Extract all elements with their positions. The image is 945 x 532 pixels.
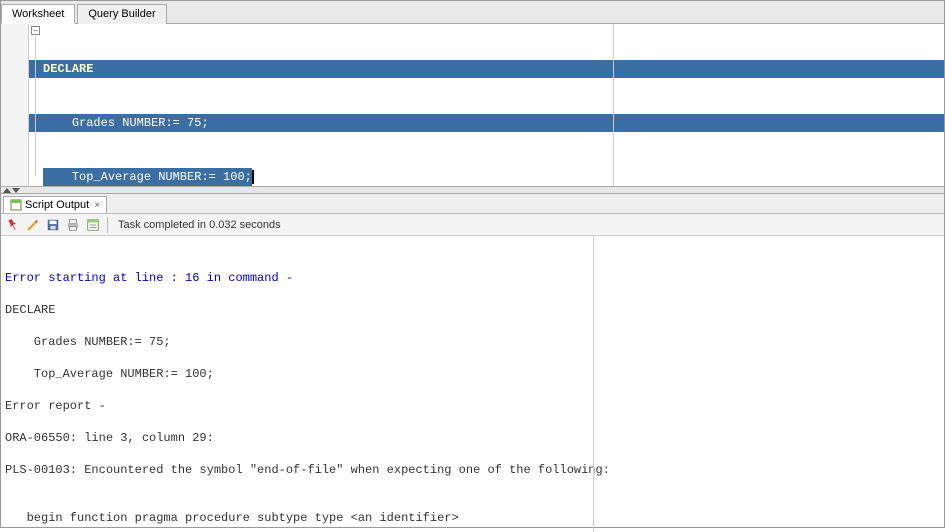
output-line: Grades NUMBER:= 75; bbox=[5, 334, 940, 350]
tab-worksheet[interactable]: Worksheet bbox=[1, 4, 75, 24]
print-margin bbox=[613, 24, 614, 186]
pencil-icon[interactable] bbox=[25, 217, 41, 233]
output-text[interactable]: Error starting at line : 16 in command -… bbox=[1, 236, 944, 532]
task-status: Task completed in 0.032 seconds bbox=[118, 219, 281, 231]
code-line[interactable]: Grades NUMBER:= 75; bbox=[1, 114, 944, 132]
tab-query-builder[interactable]: Query Builder bbox=[77, 4, 166, 24]
close-icon[interactable]: × bbox=[94, 200, 100, 211]
output-tabs: Script Output × bbox=[1, 194, 944, 214]
pane-splitter[interactable] bbox=[1, 186, 944, 194]
output-line: DECLARE bbox=[5, 302, 940, 318]
script-output-label: Script Output bbox=[25, 199, 89, 211]
code-body: DECLARE Grades NUMBER:= 75; Top_Average … bbox=[1, 24, 944, 186]
print-icon[interactable] bbox=[65, 217, 81, 233]
code-line[interactable]: DECLARE bbox=[1, 60, 944, 78]
toolbar-separator bbox=[107, 217, 108, 233]
output-line: Top_Average NUMBER:= 100; bbox=[5, 366, 940, 382]
pin-icon[interactable] bbox=[5, 217, 21, 233]
output-line: Error report - bbox=[5, 398, 940, 414]
output-guide-line bbox=[593, 236, 594, 532]
sql-icon[interactable] bbox=[85, 217, 101, 233]
output-line: PLS-00103: Encountered the symbol "end-o… bbox=[5, 462, 940, 478]
code-line[interactable]: Top_Average NUMBER:= 100; bbox=[1, 168, 944, 186]
script-output-icon bbox=[10, 199, 22, 211]
output-line: Error starting at line : 16 in command - bbox=[5, 270, 940, 286]
save-icon[interactable] bbox=[45, 217, 61, 233]
editor-gutter bbox=[1, 24, 29, 186]
output-line: ORA-06550: line 3, column 29: bbox=[5, 430, 940, 446]
fold-guide bbox=[35, 36, 36, 176]
text-cursor bbox=[252, 170, 254, 184]
tab-script-output[interactable]: Script Output × bbox=[3, 196, 107, 213]
keyword-declare: DECLARE bbox=[43, 62, 93, 76]
output-toolbar: Task completed in 0.032 seconds bbox=[1, 214, 944, 236]
output-line: begin function pragma procedure subtype … bbox=[5, 510, 940, 526]
fold-toggle-icon[interactable]: – bbox=[31, 26, 40, 35]
arrow-down-icon[interactable] bbox=[12, 188, 20, 193]
code-editor[interactable]: – DECLARE Grades NUMBER:= 75; Top_Averag… bbox=[1, 24, 944, 186]
arrow-up-icon[interactable] bbox=[3, 188, 11, 193]
editor-tabs: Worksheet Query Builder bbox=[1, 1, 944, 24]
